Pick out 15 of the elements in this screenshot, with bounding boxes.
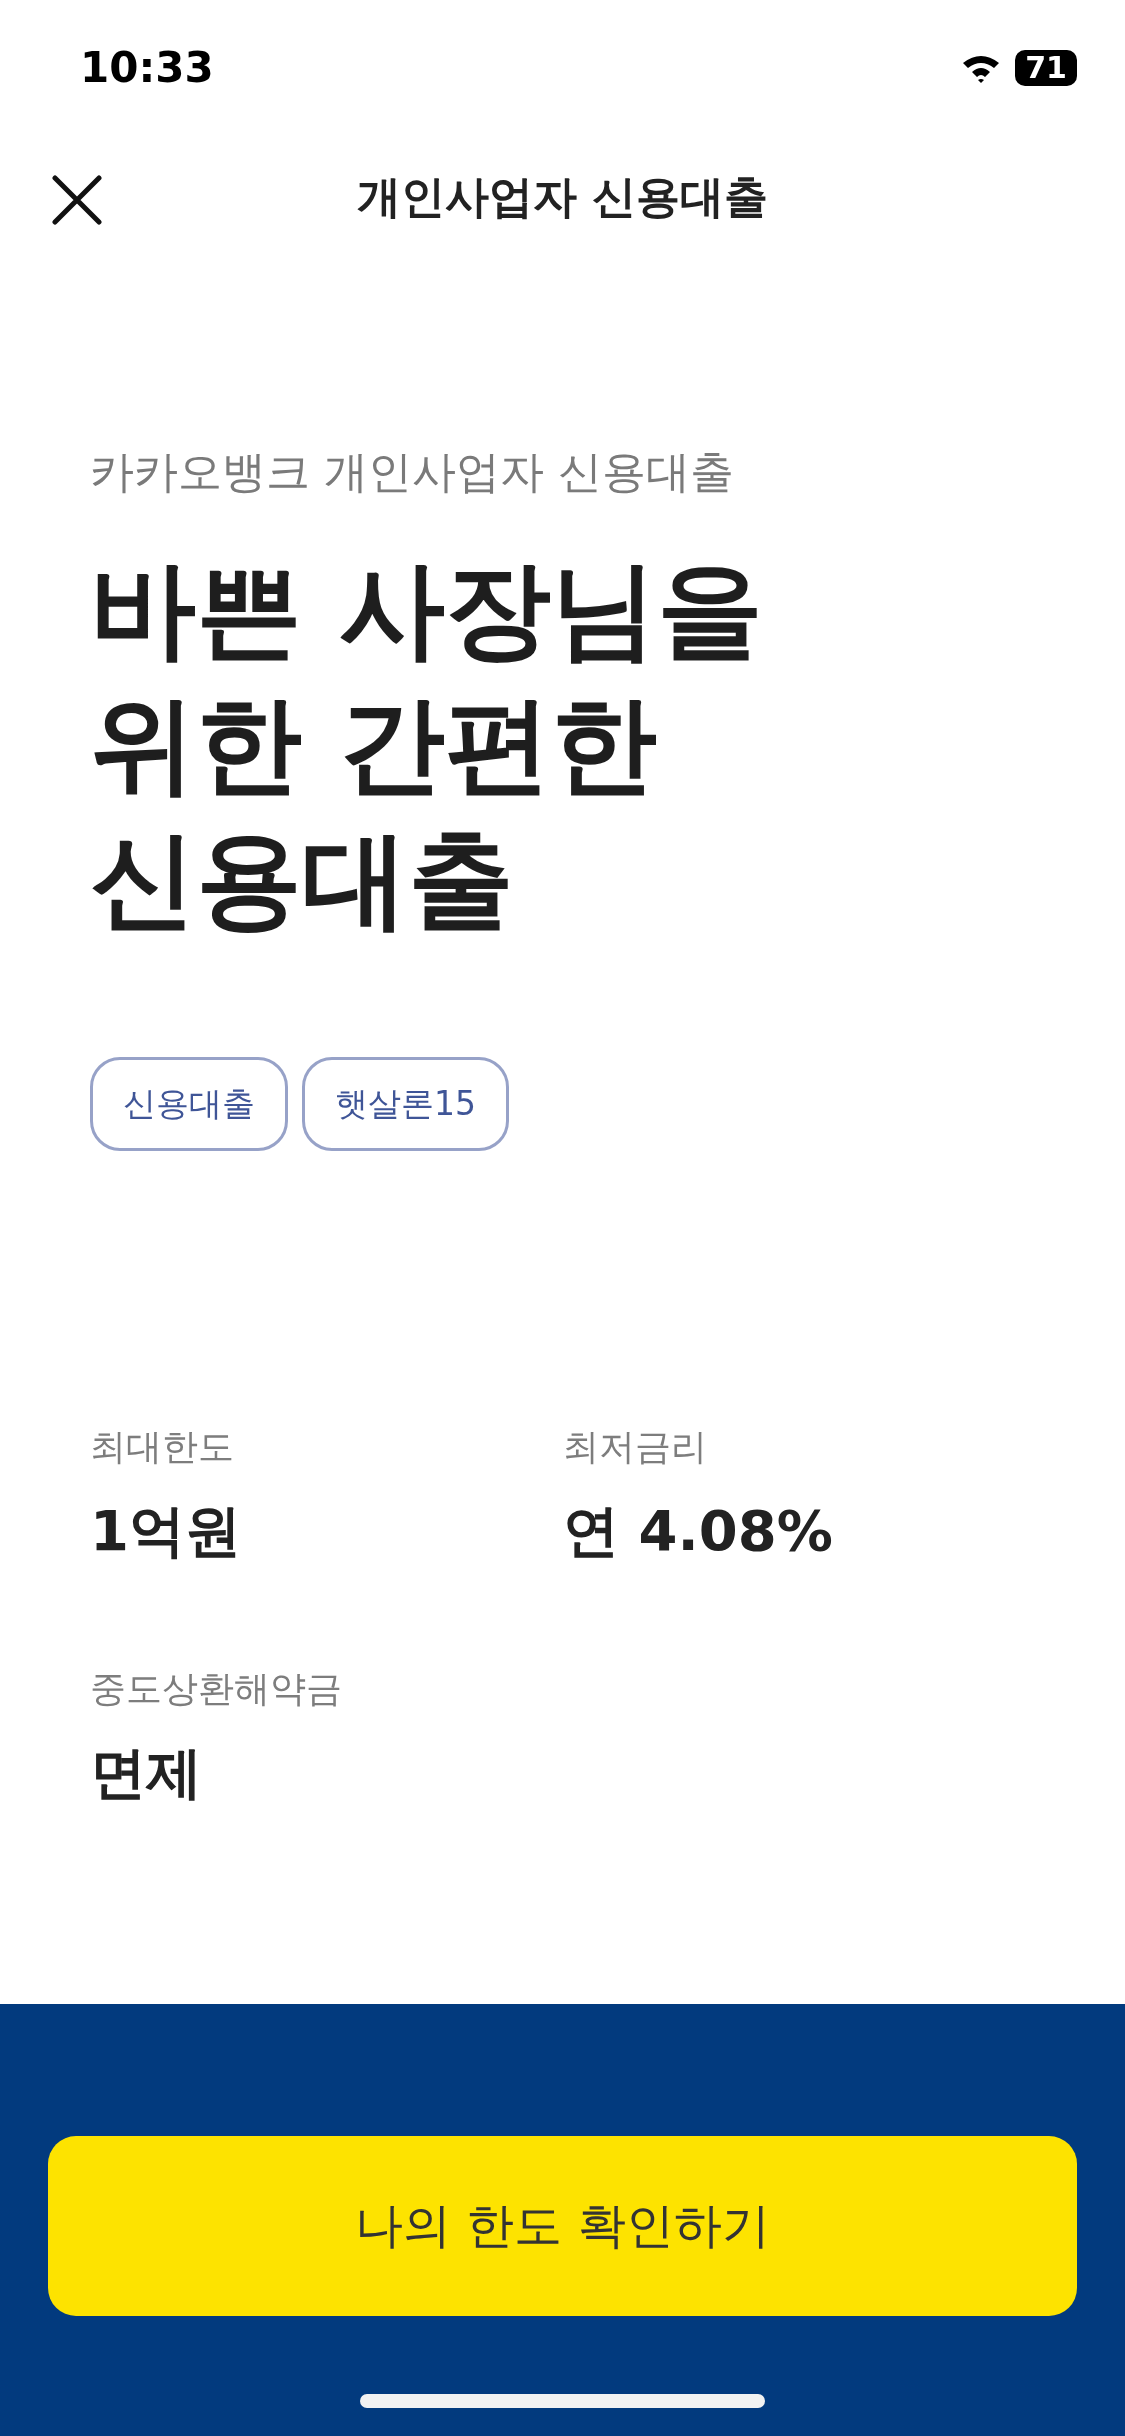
nav-title: 개인사업자 신용대출 [356,170,769,224]
stat-label: 중도상환해약금 [90,1667,343,1711]
headline: 바쁜 사장님을 위한 간편한 신용대출 [90,547,764,943]
battery-icon: 71 [1015,49,1077,86]
stat-value: 1억원 [90,1497,242,1565]
stat-label: 최대한도 [90,1425,235,1469]
product-tag: 신용대출 [90,1057,288,1151]
stat-value: 연 4.08% [563,1497,834,1565]
product-subtitle: 카카오뱅크 개인사업자 신용대출 [90,445,735,499]
stat-value: 면제 [90,1739,203,1807]
stat-label: 최저금리 [563,1425,708,1469]
check-limit-button[interactable]: 나의 한도 확인하기 [48,2136,1077,2316]
status-time: 10:33 [80,43,214,92]
product-tag: 햇살론15 [302,1057,509,1151]
close-icon[interactable] [52,175,102,225]
